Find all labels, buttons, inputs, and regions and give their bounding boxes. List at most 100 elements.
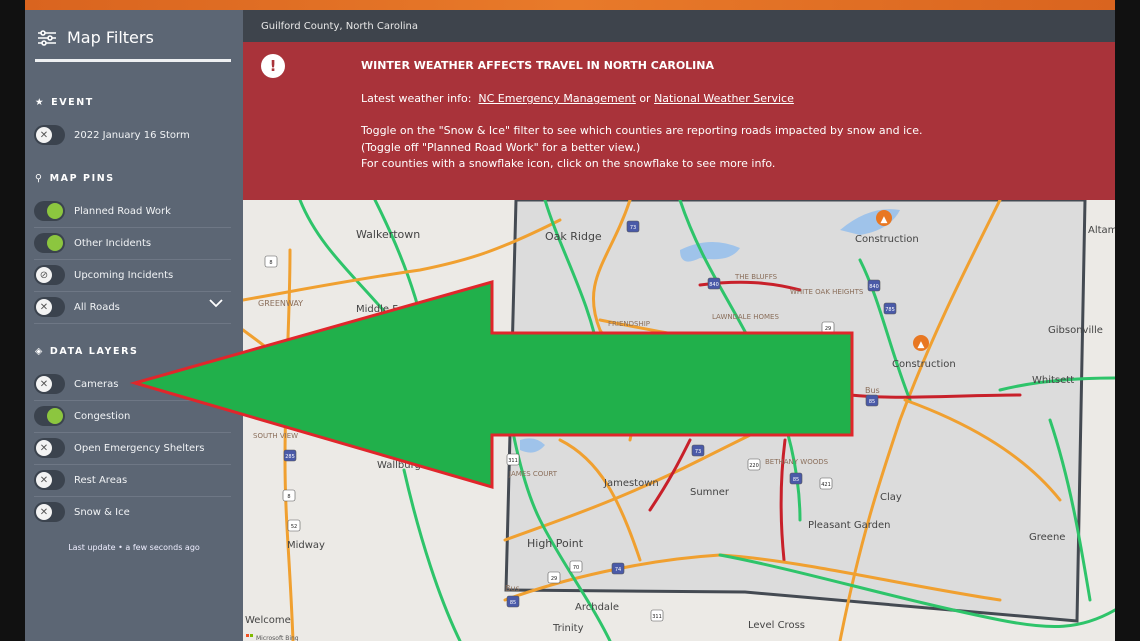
layers-icon: ◈ xyxy=(35,346,44,357)
toggle-switch[interactable]: ✕ xyxy=(34,438,65,458)
toggle-label: Other Incidents xyxy=(74,237,152,249)
place-label: LAWNDALE HOMES xyxy=(712,313,779,321)
toggle-switch[interactable] xyxy=(34,406,65,426)
map-filters-sidebar: Map Filters ★ EVENT ✕ 2022 January 16 Stor… xyxy=(25,10,243,641)
toggle-row-emergency-shelters[interactable]: ✕ Open Emergency Shelters xyxy=(34,432,231,465)
toggle-label: 2022 January 16 Storm xyxy=(74,129,190,141)
place-label: Gibsonville xyxy=(1048,325,1103,336)
place-label: Bus xyxy=(505,584,520,593)
sidebar-title: Map Filters xyxy=(37,28,154,47)
svg-text:421: 421 xyxy=(821,482,831,488)
place-label: Clay xyxy=(880,492,902,503)
place-label: Jamestown xyxy=(603,478,659,489)
x-icon: ✕ xyxy=(36,299,52,315)
section-label: MAP PINS xyxy=(49,173,115,184)
section-data-layers: ◈ DATA LAYERS xyxy=(35,346,138,357)
top-banner-stripe xyxy=(25,0,1115,10)
place-label: Midway xyxy=(287,540,325,551)
toggle-row-congestion[interactable]: Congestion xyxy=(34,400,231,433)
place-label: Middle Fork xyxy=(356,304,414,315)
filter-sliders-icon xyxy=(38,29,56,46)
svg-text:785: 785 xyxy=(885,307,895,313)
right-edge xyxy=(1115,0,1140,641)
place-label: JAMES COURT xyxy=(508,470,558,478)
highway-shield: 70 xyxy=(569,560,583,573)
toggle-switch[interactable]: ✕ xyxy=(34,374,65,394)
highway-shield: 285 xyxy=(283,449,297,462)
toggle-row-planned-road-work[interactable]: Planned Road Work xyxy=(34,195,231,228)
county-boundary xyxy=(504,200,1087,623)
toggle-label: Rest Areas xyxy=(74,474,128,486)
x-icon: ✕ xyxy=(36,376,52,392)
highway-shield: 29 xyxy=(547,571,561,584)
eye-slash-icon: ⊘ xyxy=(36,267,52,283)
toggle-switch[interactable]: ✕ xyxy=(34,502,65,522)
svg-text:85: 85 xyxy=(869,399,875,405)
toggle-switch[interactable] xyxy=(34,201,65,221)
alert-line: (Toggle off "Planned Road Work" for a be… xyxy=(361,141,641,154)
map-pin-icon: ⚲ xyxy=(35,173,44,184)
toggle-switch[interactable]: ✕ xyxy=(34,297,65,317)
alert-line: Toggle on the "Snow & Ice" filter to see… xyxy=(361,124,923,137)
highway-shield: 74 xyxy=(611,562,625,575)
svg-text:85: 85 xyxy=(793,477,799,483)
highway-shield: 8 xyxy=(264,255,278,268)
alert-icon: ! xyxy=(261,54,285,78)
highway-shield: 85 xyxy=(789,472,803,485)
svg-text:29: 29 xyxy=(825,326,831,332)
toggle-row-cameras[interactable]: ✕ Cameras xyxy=(34,368,231,401)
toggle-label: Open Emergency Shelters xyxy=(74,442,205,454)
x-icon: ✕ xyxy=(36,127,52,143)
last-update-text: Last update • a few seconds ago xyxy=(68,543,200,552)
highway-shield: 8 xyxy=(282,489,296,502)
toggle-label: Planned Road Work xyxy=(74,205,171,217)
construction-icon: ▲ xyxy=(876,210,892,226)
alert-title: WINTER WEATHER AFFECTS TRAVEL IN NORTH C… xyxy=(361,59,714,72)
place-label: Trinity xyxy=(552,623,584,634)
traffic-map[interactable]: Walkertown Oak Ridge Construction Altam GREE… xyxy=(243,200,1115,641)
place-label: FRIENDSHIP xyxy=(608,320,650,328)
chevron-down-icon[interactable] xyxy=(209,299,223,308)
national-weather-service-link[interactable]: National Weather Service xyxy=(654,92,794,105)
place-label: High Point xyxy=(527,537,584,550)
toggle-row-upcoming-incidents[interactable]: ⊘ Upcoming Incidents xyxy=(34,259,231,292)
place-label: Construction xyxy=(855,234,919,245)
toggle-label: Congestion xyxy=(74,410,131,422)
highway-shield: 85 xyxy=(506,595,520,608)
toggle-switch[interactable]: ✕ xyxy=(34,125,65,145)
location-text: Guilford County, North Carolina xyxy=(261,21,419,32)
place-label: Level Cross xyxy=(748,620,805,631)
highway-shield: 311 xyxy=(506,453,520,466)
toggle-row-all-roads[interactable]: ✕ All Roads xyxy=(34,291,231,324)
svg-text:285: 285 xyxy=(285,454,295,460)
toggle-label: Upcoming Incidents xyxy=(74,269,174,281)
sidebar-title-text: Map Filters xyxy=(67,28,154,47)
highway-shield: 73 xyxy=(691,444,705,457)
nc-emergency-management-link[interactable]: NC Emergency Management xyxy=(478,92,635,105)
place-label: BETHANY WOODS xyxy=(765,458,829,466)
toggle-row-event[interactable]: ✕ 2022 January 16 Storm xyxy=(34,119,231,151)
section-label: DATA LAYERS xyxy=(49,346,139,357)
place-label: Archdale xyxy=(575,602,619,613)
place-label: Oak Ridge xyxy=(545,230,602,243)
svg-text:311: 311 xyxy=(652,614,662,620)
place-label: Construction xyxy=(892,359,956,370)
highway-shield: 785 xyxy=(883,302,897,315)
svg-text:Microsoft Bing: Microsoft Bing xyxy=(256,635,299,641)
x-icon: ✕ xyxy=(36,472,52,488)
toggle-row-other-incidents[interactable]: Other Incidents xyxy=(34,227,231,260)
toggle-row-rest-areas[interactable]: ✕ Rest Areas xyxy=(34,464,231,497)
place-label: THE BLUFFS xyxy=(734,273,778,281)
place-label: Wallburg xyxy=(377,460,421,471)
toggle-switch[interactable]: ⊘ xyxy=(34,265,65,285)
place-label: Sumner xyxy=(690,487,730,498)
toggle-label: All Roads xyxy=(74,301,120,313)
toggle-row-snow-ice[interactable]: ✕ Snow & Ice xyxy=(34,496,231,528)
alert-line: For counties with a snowflake icon, clic… xyxy=(361,157,776,170)
toggle-knob xyxy=(47,235,63,251)
highway-shield: 840 xyxy=(867,279,881,292)
toggle-switch[interactable] xyxy=(34,233,65,253)
place-label: Walkertown xyxy=(356,228,420,241)
svg-text:311: 311 xyxy=(508,458,518,464)
toggle-switch[interactable]: ✕ xyxy=(34,470,65,490)
